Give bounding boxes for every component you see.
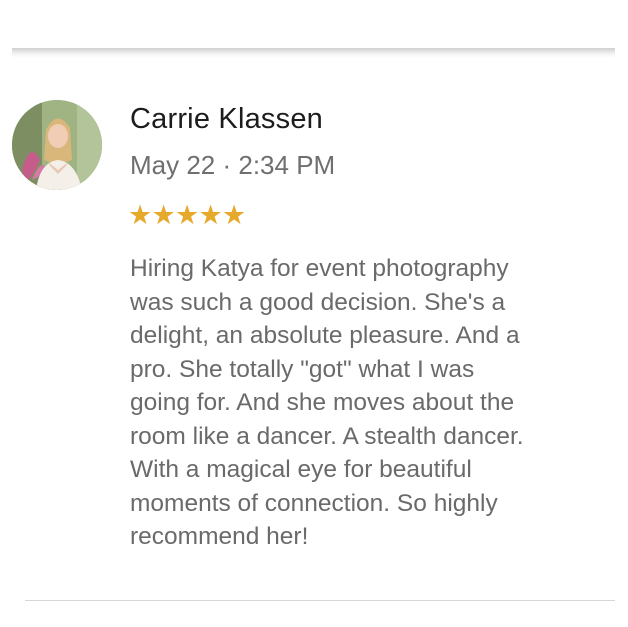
- star-icon: ★: [151, 200, 176, 230]
- review-card: Carrie Klassen May 22 · 2:34 PM ★ ★ ★ ★ …: [0, 58, 628, 598]
- star-icon: ★: [175, 200, 200, 230]
- review-date: May 22 · 2:34 PM: [130, 150, 336, 180]
- reviewer-name[interactable]: Carrie Klassen: [130, 103, 323, 136]
- review-body: Hiring Katya for event photography was s…: [130, 255, 524, 550]
- star-icon: ★: [198, 200, 223, 230]
- star-rating: ★ ★ ★ ★ ★: [128, 198, 246, 232]
- star-icon: ★: [222, 200, 247, 230]
- top-divider: [12, 48, 615, 58]
- reviewer-avatar[interactable]: [12, 100, 102, 190]
- star-icon: ★: [128, 200, 153, 230]
- avatar-photo-icon: [12, 100, 102, 190]
- bottom-divider: [25, 600, 615, 601]
